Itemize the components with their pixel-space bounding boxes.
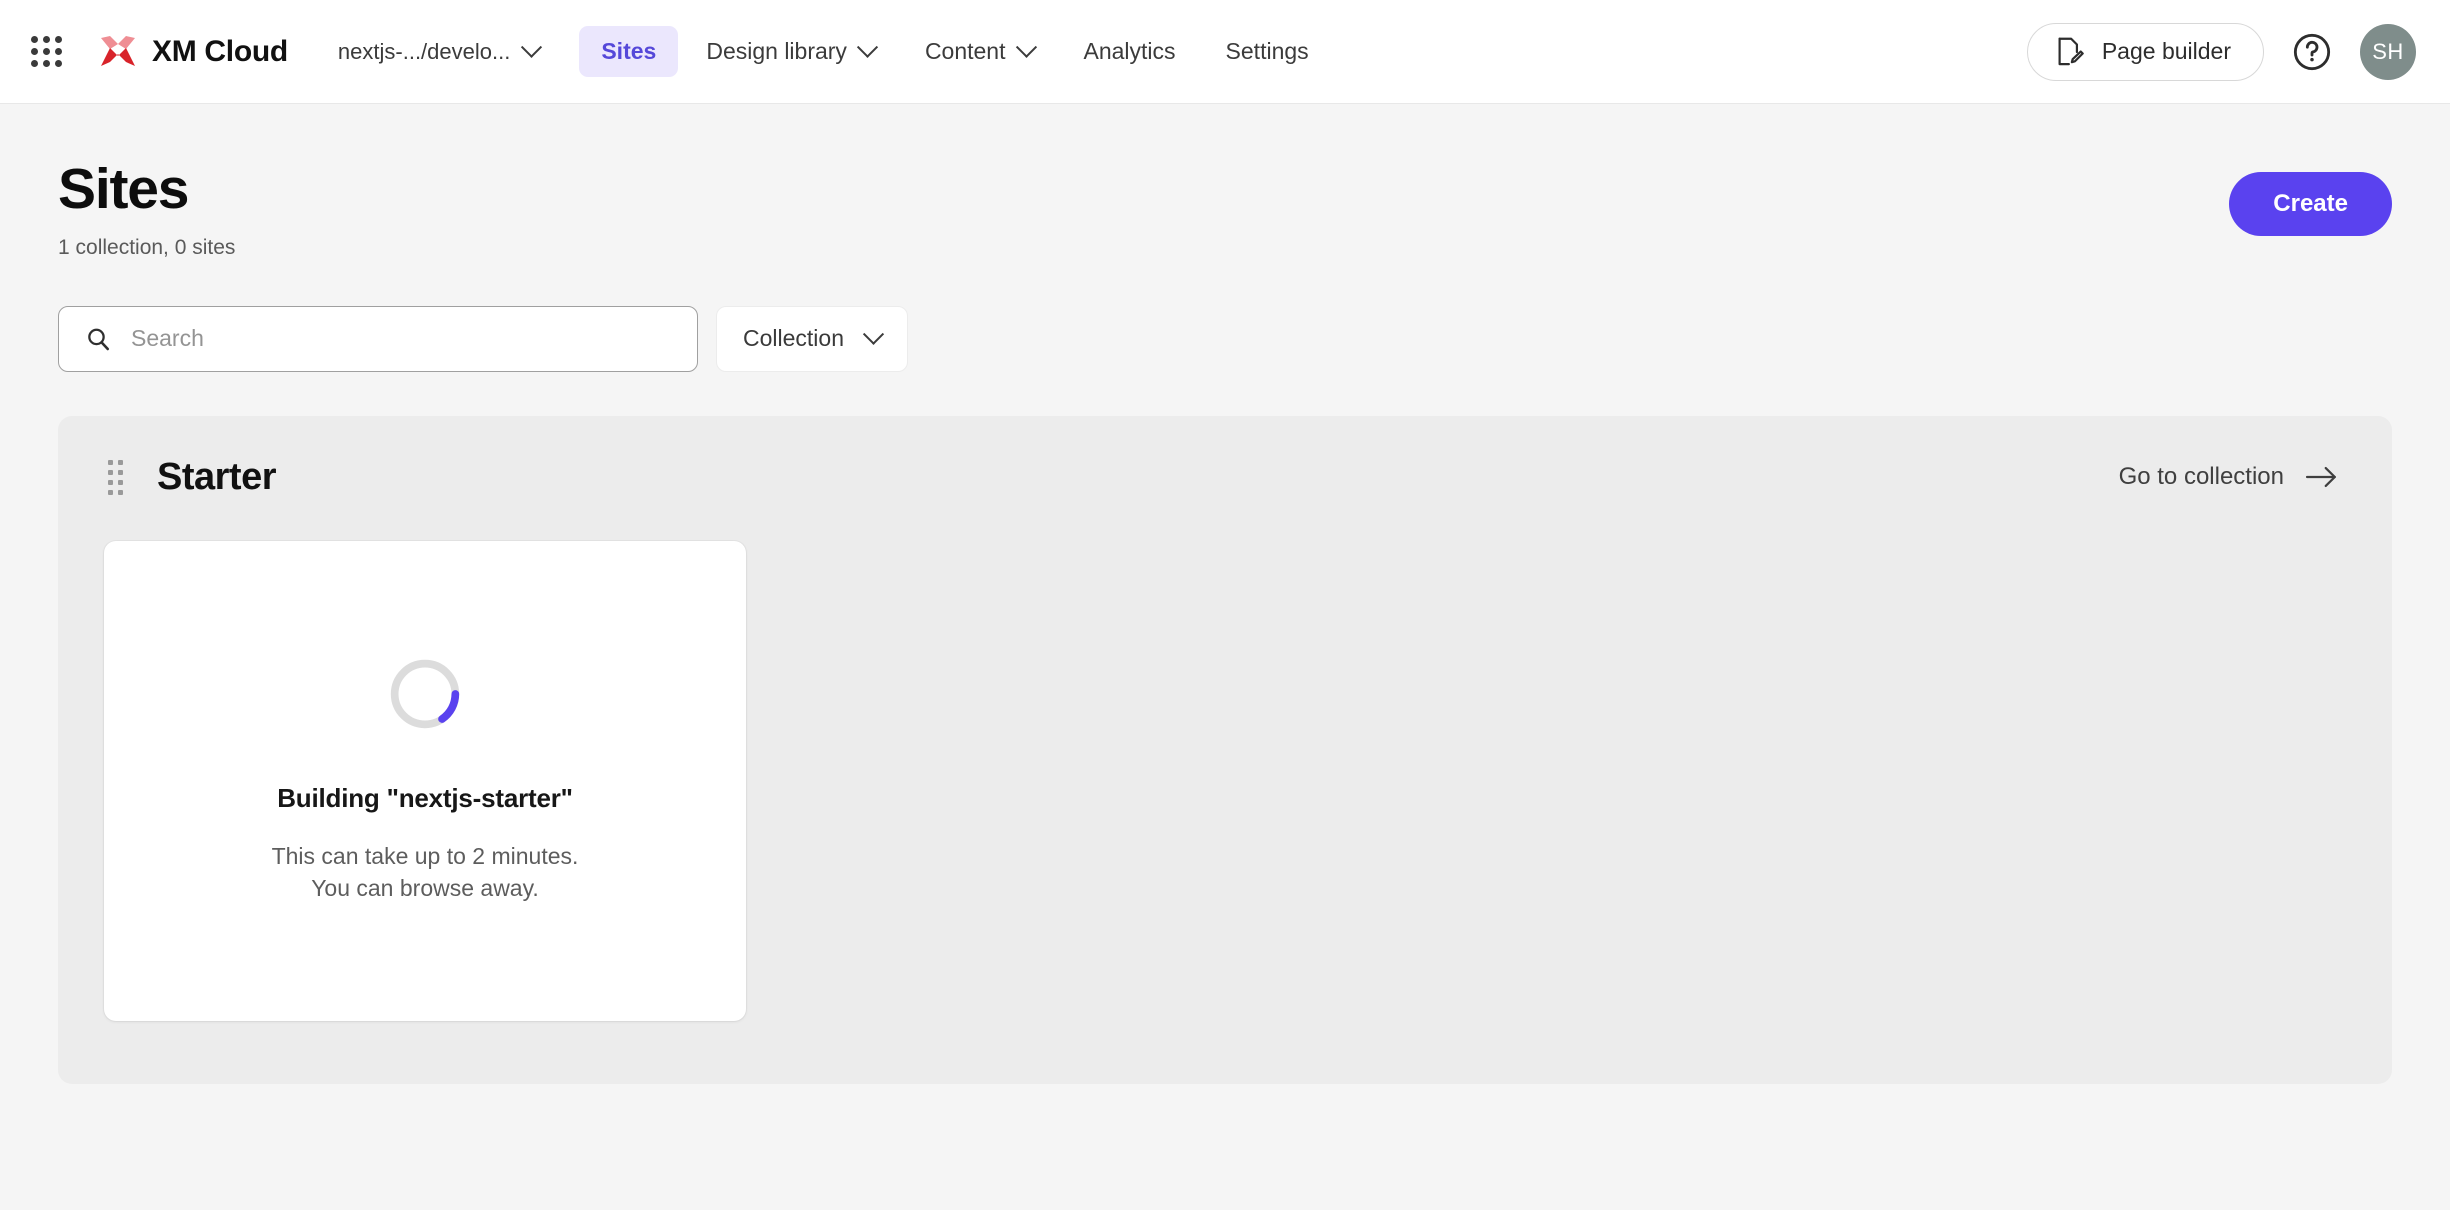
chevron-down-icon — [1015, 37, 1036, 58]
help-circle-icon — [2292, 32, 2332, 72]
nav-item-settings[interactable]: Settings — [1204, 26, 1331, 77]
collection-header-left: Starter — [104, 456, 276, 499]
go-to-collection-link[interactable]: Go to collection — [2119, 463, 2338, 491]
nav-item-label: Content — [925, 38, 1006, 65]
grid-apps-icon — [31, 36, 62, 67]
search-box[interactable] — [58, 306, 698, 372]
avatar-initials: SH — [2372, 39, 2404, 65]
page-title: Sites — [58, 160, 235, 220]
chevron-down-icon — [863, 324, 884, 345]
site-card-description: This can take up to 2 minutes. You can b… — [272, 840, 579, 905]
filter-toolbar: Collection — [58, 306, 2392, 372]
nav-item-label: Settings — [1226, 38, 1309, 65]
go-to-collection-label: Go to collection — [2119, 463, 2284, 491]
collection-name: Starter — [157, 456, 276, 499]
nav-item-analytics[interactable]: Analytics — [1062, 26, 1198, 77]
collection-header: Starter Go to collection — [104, 456, 2346, 499]
search-icon — [85, 326, 111, 352]
avatar[interactable]: SH — [2360, 24, 2416, 80]
site-card-description-line1: This can take up to 2 minutes. — [272, 840, 579, 873]
loading-spinner-icon — [388, 657, 462, 731]
site-card-title: Building "nextjs-starter" — [277, 783, 573, 814]
nav-item-sites[interactable]: Sites — [579, 26, 678, 77]
page-edit-icon — [2056, 37, 2084, 67]
header-actions: Page builder SH — [2027, 23, 2416, 81]
page-builder-label: Page builder — [2102, 38, 2231, 65]
nav-item-content[interactable]: Content — [903, 26, 1056, 77]
brand-name: XM Cloud — [152, 35, 288, 69]
site-card-description-line2: You can browse away. — [272, 872, 579, 905]
page-subtitle: 1 collection, 0 sites — [58, 236, 235, 260]
page-builder-button[interactable]: Page builder — [2027, 23, 2264, 81]
site-card-building[interactable]: Building "nextjs-starter" This can take … — [104, 541, 746, 1021]
nav-item-label: Sites — [601, 38, 656, 65]
chevron-down-icon — [521, 37, 542, 58]
create-button[interactable]: Create — [2229, 172, 2392, 236]
page-content: Sites 1 collection, 0 sites Create Colle… — [0, 104, 2450, 1084]
arrow-right-icon — [2306, 465, 2338, 489]
page-header-text: Sites 1 collection, 0 sites — [58, 160, 235, 260]
site-cards-row: Building "nextjs-starter" This can take … — [104, 541, 2346, 1021]
nav-item-design-library[interactable]: Design library — [684, 26, 897, 77]
top-header-bar: XM Cloud nextjs-.../develo... Sites Desi… — [0, 0, 2450, 104]
nav-item-label: Analytics — [1084, 38, 1176, 65]
collection-filter-dropdown[interactable]: Collection — [716, 306, 908, 372]
drag-handle-icon[interactable] — [104, 456, 127, 499]
nav-item-label: Design library — [706, 38, 847, 65]
main-navigation: Sites Design library Content Analytics S… — [579, 26, 1330, 77]
page-header: Sites 1 collection, 0 sites Create — [58, 160, 2392, 260]
sitecore-logo-icon — [98, 32, 138, 72]
help-button[interactable] — [2290, 30, 2334, 74]
app-launcher-button[interactable] — [20, 26, 72, 78]
search-input[interactable] — [131, 325, 677, 352]
brand-home-link[interactable]: XM Cloud — [98, 32, 288, 72]
collection-filter-label: Collection — [743, 325, 844, 352]
tenant-selector[interactable]: nextjs-.../develo... — [326, 31, 551, 73]
collection-panel: Starter Go to collection Building "nextj… — [58, 416, 2392, 1084]
chevron-down-icon — [857, 37, 878, 58]
tenant-label: nextjs-.../develo... — [338, 39, 510, 65]
